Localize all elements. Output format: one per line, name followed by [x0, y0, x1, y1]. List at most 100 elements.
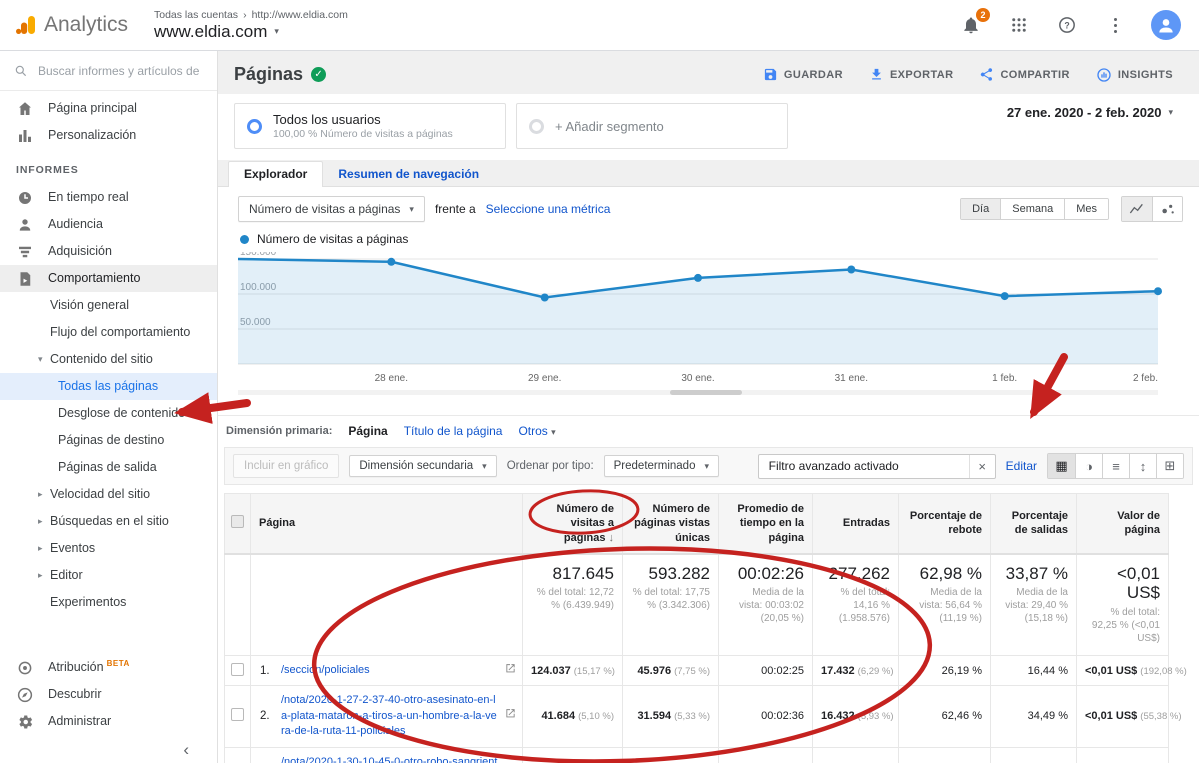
select-metric-link[interactable]: Seleccione una métrica	[486, 202, 611, 216]
user-avatar[interactable]	[1151, 10, 1181, 40]
segment-detail: 100,00 % Número de visitas a páginas	[273, 128, 453, 140]
column-header-valor-de-pagina[interactable]: Valor de página	[1077, 494, 1169, 554]
trend-chart[interactable]: 50.000100.000150.00028 ene.29 ene.30 ene…	[218, 248, 1199, 407]
comparison-view-button[interactable]: ↕	[1129, 454, 1156, 478]
primary-dimension-otros[interactable]: Otros ▾	[518, 424, 555, 438]
add-segment-card[interactable]: + Añadir segmento	[516, 103, 788, 149]
exportar-button[interactable]: EXPORTAR	[869, 67, 954, 82]
table-row: 3./nota/2020-1-30-10-45-0-otro-robo-sang…	[225, 747, 1169, 763]
tab-resumen-de-navegacion[interactable]: Resumen de navegación	[323, 162, 494, 187]
sidebar-item-pagina-principal[interactable]: Página principal	[0, 95, 217, 122]
external-link-icon[interactable]	[505, 708, 516, 724]
breadcrumb[interactable]: Todas las cuentas › http://www.eldia.com	[154, 9, 348, 21]
behavior-icon	[16, 270, 34, 288]
column-header-porcentaje-de-salidas[interactable]: Porcentaje de salidas	[991, 494, 1077, 554]
percentage-view-button[interactable]: ◑	[1075, 454, 1102, 478]
primary-dimension-pagina[interactable]: Página	[348, 424, 387, 438]
view-icons-group: ▦ ◑≡ ↕ ⊞	[1047, 453, 1184, 479]
column-header-porcentaje-de-rebote[interactable]: Porcentaje de rebote	[899, 494, 991, 554]
sidebar-item-adquisicion[interactable]: Adquisición	[0, 238, 217, 265]
row-checkbox[interactable]	[231, 708, 244, 721]
insights-button[interactable]: INSIGHTS	[1096, 67, 1173, 83]
account-selector[interactable]: www.eldia.com ▾	[154, 22, 348, 42]
chart-point[interactable]	[1154, 287, 1162, 295]
sidebar-item-comportamiento[interactable]: Comportamiento	[0, 265, 217, 292]
sidebar-item-descubrir[interactable]: Descubrir	[0, 681, 217, 708]
svg-text:?: ?	[1064, 20, 1069, 30]
granularity-mes[interactable]: Mes	[1064, 199, 1108, 219]
pivot-view-button[interactable]: ⊞	[1156, 454, 1183, 478]
sidebar-item-contenido-del-sitio[interactable]: ▾Contenido del sitio	[0, 346, 217, 373]
page-link[interactable]: /nota/2020-1-27-2-37-40-otro-asesinato-e…	[281, 694, 497, 737]
sidebar-item-flujo-del-comportamiento[interactable]: Flujo del comportamiento	[0, 319, 217, 346]
line-chart-view-button[interactable]	[1122, 197, 1152, 221]
column-header-label: Entradas	[843, 517, 890, 529]
breadcrumb-property[interactable]: http://www.eldia.com	[252, 9, 348, 21]
page-link[interactable]: /nota/2020-1-30-10-45-0-otro-robo-sangri…	[281, 756, 497, 763]
chart-scrollbar-handle[interactable]	[670, 390, 742, 395]
granularity-dia[interactable]: Día	[961, 199, 1000, 219]
sidebar-item-vision-general[interactable]: Visión general	[0, 292, 217, 319]
sidebar-item-atribucion[interactable]: AtribuciónBETA	[0, 654, 217, 681]
sidebar-item-paginas-de-destino[interactable]: Páginas de destino	[0, 427, 217, 454]
sidebar-item-editor[interactable]: ▸Editor	[0, 562, 217, 589]
page-link[interactable]: /seccion/policiales	[281, 664, 370, 676]
sidebar-item-busquedas-en-el-sitio[interactable]: ▸Búsquedas en el sitio	[0, 508, 217, 535]
chevron-left-icon: ‹	[183, 740, 189, 760]
column-header-numero-de-paginas-vistas-unicas[interactable]: Número de páginas vistas únicas	[623, 494, 719, 554]
chart-point[interactable]	[694, 274, 702, 282]
column-header-promedio-de-tiempo-en-la-pagina[interactable]: Promedio de tiempo en la página	[719, 494, 813, 554]
apps-grid-button[interactable]	[1007, 13, 1031, 37]
segment-card-all-users[interactable]: Todos los usuarios 100,00 % Número de vi…	[234, 103, 506, 149]
sidebar-item-paginas-de-salida[interactable]: Páginas de salida	[0, 454, 217, 481]
metric-selector-dropdown[interactable]: Número de visitas a páginas ▾	[238, 196, 425, 222]
tab-explorador[interactable]: Explorador	[228, 161, 323, 187]
column-header-pagina[interactable]: Página	[251, 494, 523, 554]
comparison-view-icon: ↕	[1140, 459, 1147, 474]
sidebar-item-administrar[interactable]: Administrar	[0, 708, 217, 735]
sidebar-item-personalizacion[interactable]: Personalización	[0, 122, 217, 149]
performance-view-button[interactable]: ≡	[1102, 454, 1129, 478]
notifications-button[interactable]: 2	[959, 13, 983, 37]
secondary-dimension-dropdown[interactable]: Dimensión secundaria ▾	[349, 455, 496, 477]
chart-point[interactable]	[541, 294, 549, 302]
sidebar-item-todas-las-paginas[interactable]: Todas las páginas	[0, 373, 217, 400]
sort-type-dropdown[interactable]: Predeterminado ▾	[604, 455, 719, 477]
chart-point[interactable]	[847, 266, 855, 274]
column-header-numero-de-visitas-a-paginas[interactable]: Número de visitas a páginas↓	[523, 494, 623, 554]
table-view-icon: ▦	[1055, 458, 1067, 474]
sidebar-item-audiencia[interactable]: Audiencia	[0, 211, 217, 238]
table-row: 1./seccion/policiales124.037(15,17 %)45.…	[225, 655, 1169, 685]
motion-chart-view-button[interactable]	[1152, 197, 1182, 221]
edit-filter-link[interactable]: Editar	[1006, 459, 1037, 473]
sidebar-collapse-button[interactable]: ‹	[0, 737, 217, 763]
sidebar-search[interactable]	[0, 51, 217, 91]
summary-avg-time-on-page: 00:02:26Media de la vista: 00:03:02 (20,…	[719, 554, 813, 656]
breadcrumb-account[interactable]: Todas las cuentas	[154, 9, 238, 21]
plot-rows-button[interactable]: Incluir en gráfico	[233, 454, 339, 478]
more-options-button[interactable]	[1103, 13, 1127, 37]
granularity-semana[interactable]: Semana	[1000, 199, 1064, 219]
chart-point[interactable]	[1001, 292, 1009, 300]
row-checkbox[interactable]	[231, 663, 244, 676]
close-icon[interactable]: ×	[969, 455, 995, 478]
date-range-selector[interactable]: 27 ene. 2020 - 2 feb. 2020 ▾	[1007, 105, 1173, 120]
analytics-home-link[interactable]: Analytics	[14, 13, 144, 37]
guardar-button[interactable]: GUARDAR	[763, 67, 843, 82]
metric-percent: (15,17 %)	[574, 666, 615, 677]
sidebar-item-eventos[interactable]: ▸Eventos	[0, 535, 217, 562]
sidebar-item-desglose-de-contenido[interactable]: Desglose de contenido	[0, 400, 217, 427]
compartir-button[interactable]: COMPARTIR	[979, 67, 1069, 82]
column-header-entradas[interactable]: Entradas	[813, 494, 899, 554]
primary-dimension-titulo-de-la-pagina[interactable]: Título de la página	[404, 424, 503, 438]
table-view-button[interactable]: ▦	[1048, 454, 1075, 478]
sidebar-item-velocidad-del-sitio[interactable]: ▸Velocidad del sitio	[0, 481, 217, 508]
sidebar-search-input[interactable]	[38, 64, 203, 78]
select-all-checkbox[interactable]	[231, 515, 244, 528]
sidebar-item-en-tiempo-real[interactable]: En tiempo real	[0, 184, 217, 211]
sort-desc-icon[interactable]: ↓	[609, 532, 615, 544]
sidebar-item-experimentos[interactable]: Experimentos	[0, 589, 217, 616]
help-button[interactable]: ?	[1055, 13, 1079, 37]
external-link-icon[interactable]	[505, 662, 516, 678]
chart-point[interactable]	[387, 258, 395, 266]
